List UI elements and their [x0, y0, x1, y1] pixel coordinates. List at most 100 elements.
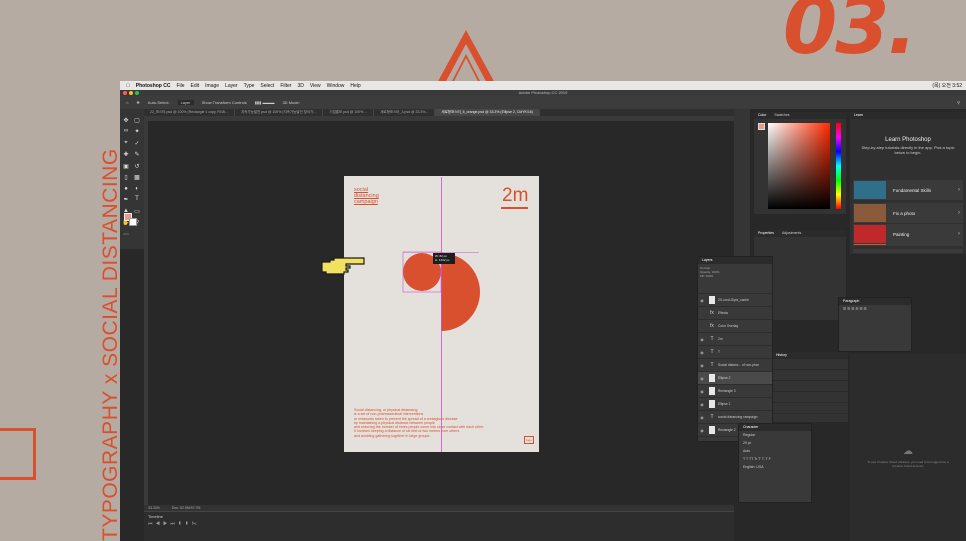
eraser-icon[interactable]: ▯	[124, 174, 127, 184]
menu-view[interactable]: View	[310, 83, 321, 89]
auto-select-dropdown[interactable]: Layer	[177, 100, 194, 105]
shape-tool-icon[interactable]: ▭	[134, 208, 140, 218]
hue-slider[interactable]	[836, 123, 841, 209]
chevron-right-icon: ›	[958, 210, 960, 216]
doc-tab-active[interactable]: 세로형포스터_6_orange.psd @ 33.3% (Ellipse 2, …	[435, 109, 540, 116]
font-style-select[interactable]: Regular	[739, 431, 811, 439]
type-layer-icon: T	[710, 336, 714, 342]
menu-edit[interactable]: Edit	[191, 83, 200, 89]
history-row[interactable]	[772, 370, 848, 381]
eye-icon[interactable]: ◉	[698, 415, 706, 420]
layer-row[interactable]: ◉ Rectangle 3	[698, 385, 772, 398]
menu-filter[interactable]: Filter	[280, 83, 291, 89]
blur-tool-icon[interactable]: ●	[124, 186, 128, 195]
app-name[interactable]: Photoshop CC	[136, 83, 171, 89]
tab-layers[interactable]: Layers	[702, 257, 713, 264]
tab-adjustments[interactable]: Adjustments	[782, 230, 801, 237]
menu-layer[interactable]: Layer	[225, 83, 238, 89]
brush-tool-icon[interactable]: ✎	[134, 151, 139, 161]
layer-row[interactable]: ◉ 2X-cord-Glyrs_cache	[698, 294, 772, 307]
paragraph-align-icons[interactable]: ☰ ☰ ☰ ☰ ☰ ☰	[839, 305, 911, 313]
horizontal-ruler[interactable]	[144, 116, 734, 121]
type-tool-icon[interactable]: T	[135, 196, 139, 206]
learn-item-painting[interactable]: Painting ›	[853, 224, 963, 244]
layer-row[interactable]: ◉ Ellipse 1	[698, 398, 772, 411]
close-icon[interactable]	[123, 91, 127, 95]
doc-tab[interactable]: 기업홍보.psd @ 100% ...	[323, 109, 375, 116]
layer-row-selected[interactable]: ◉ Ellipse 2	[698, 372, 772, 385]
history-brush-icon[interactable]: ↺	[134, 163, 139, 173]
doc-tab[interactable]: 지속가능발전.psd @ 100% (지속가능발전 찾아가...	[235, 109, 324, 116]
eye-icon[interactable]: ◉	[698, 298, 706, 303]
eye-icon[interactable]: ◉	[698, 363, 706, 368]
menu-3d[interactable]: 3D	[297, 83, 303, 89]
magic-wand-icon[interactable]: ✦	[134, 128, 139, 138]
align-icons[interactable]: ▮▮▮ ▬▬▬	[255, 100, 275, 105]
apple-icon[interactable]: 	[126, 83, 130, 89]
menu-image[interactable]: Image	[205, 83, 219, 89]
leading-field[interactable]: Auto	[739, 447, 811, 455]
history-row[interactable]	[772, 359, 848, 370]
eyedropper-icon[interactable]: ✓	[134, 140, 139, 150]
auto-select-label[interactable]: Auto-Select:	[148, 100, 170, 105]
fx-icon: fx	[710, 310, 714, 316]
guide-line[interactable]	[441, 177, 442, 452]
color-panel-swatch[interactable]	[758, 123, 765, 130]
doc-tab[interactable]: 22_포스터.psd @ 100% (Rectangle 1 copy, RGB…	[144, 109, 235, 116]
eye-icon[interactable]: ◉	[698, 428, 706, 433]
healing-brush-icon[interactable]: ✚	[123, 151, 128, 161]
vertical-ruler[interactable]	[144, 116, 148, 506]
move-tool-icon[interactable]: ✥	[136, 100, 139, 105]
menu-type[interactable]: Type	[244, 83, 255, 89]
fill-field[interactable]: Fill: 100%	[700, 274, 770, 278]
transform-controls-checkbox[interactable]: Show Transform Controls	[202, 100, 247, 105]
paragraph-panel: Paragraph ☰ ☰ ☰ ☰ ☰ ☰	[838, 297, 912, 352]
crop-tool-icon[interactable]: ⌖	[124, 140, 127, 150]
layer-row[interactable]: ◉ T 2m	[698, 333, 772, 346]
timeline-controls[interactable]: ⏮◀▶⏭▮▮✂	[144, 521, 734, 527]
eye-icon[interactable]: ◉	[698, 350, 706, 355]
history-row[interactable]	[772, 403, 848, 414]
eye-icon[interactable]: ◉	[698, 402, 706, 407]
gradient-icon[interactable]: ▩	[134, 174, 140, 184]
tab-paragraph[interactable]: Paragraph	[843, 298, 859, 305]
doc-logo-badge: logo	[524, 436, 534, 444]
home-icon[interactable]: ⌂	[126, 100, 128, 105]
history-row[interactable]	[772, 381, 848, 392]
menu-select[interactable]: Select	[260, 83, 274, 89]
eye-icon[interactable]: ◉	[698, 389, 706, 394]
history-row[interactable]	[772, 392, 848, 403]
more-tools-icon[interactable]: ⋯	[123, 231, 129, 241]
text-style-icons[interactable]: T T TT Tr T' T, T F	[739, 455, 811, 463]
minimize-icon[interactable]	[129, 91, 133, 95]
artboard-tool-icon[interactable]: ▢	[134, 117, 140, 127]
move-tool-icon[interactable]: ✥	[123, 117, 128, 127]
menu-window[interactable]: Window	[327, 83, 345, 89]
tab-history[interactable]: History	[776, 352, 787, 358]
menu-help[interactable]: Help	[350, 83, 360, 89]
tab-learn[interactable]: Learn	[854, 112, 863, 119]
font-size-field[interactable]: 29 pt	[739, 439, 811, 447]
dodge-tool-icon[interactable]: ◐	[135, 186, 139, 195]
zoom-icon[interactable]	[135, 91, 139, 95]
tab-character[interactable]: Character	[743, 424, 758, 431]
search-icon[interactable]: ⚲	[957, 100, 960, 105]
color-picker-field[interactable]	[768, 123, 830, 209]
language-select[interactable]: English: USA	[739, 463, 811, 471]
tab-swatches[interactable]: Swatches	[774, 112, 789, 119]
tab-color[interactable]: Color	[758, 112, 766, 119]
pen-tool-icon[interactable]: ✒	[123, 196, 128, 206]
menu-file[interactable]: File	[176, 83, 184, 89]
stamp-tool-icon[interactable]: ▣	[123, 163, 129, 173]
lasso-tool-icon[interactable]: ∞	[124, 128, 128, 138]
eye-icon[interactable]: ◉	[698, 337, 706, 342]
tab-properties[interactable]: Properties	[758, 230, 774, 237]
layer-row[interactable]: ◉ T T	[698, 346, 772, 359]
layer-row[interactable]: fx Color Overlay	[698, 320, 772, 333]
doc-tab[interactable]: 세로형포스터_3.psd @ 33.3%...	[374, 109, 436, 116]
layer-row[interactable]: ◉ T Social distanc... of non-phar	[698, 359, 772, 372]
learn-item-fundamental-skills[interactable]: Fundamental Skills ›	[853, 180, 963, 200]
eye-icon[interactable]: ◉	[698, 376, 706, 381]
background-color-swatch[interactable]	[129, 218, 137, 226]
layer-row[interactable]: fx Effects	[698, 307, 772, 320]
